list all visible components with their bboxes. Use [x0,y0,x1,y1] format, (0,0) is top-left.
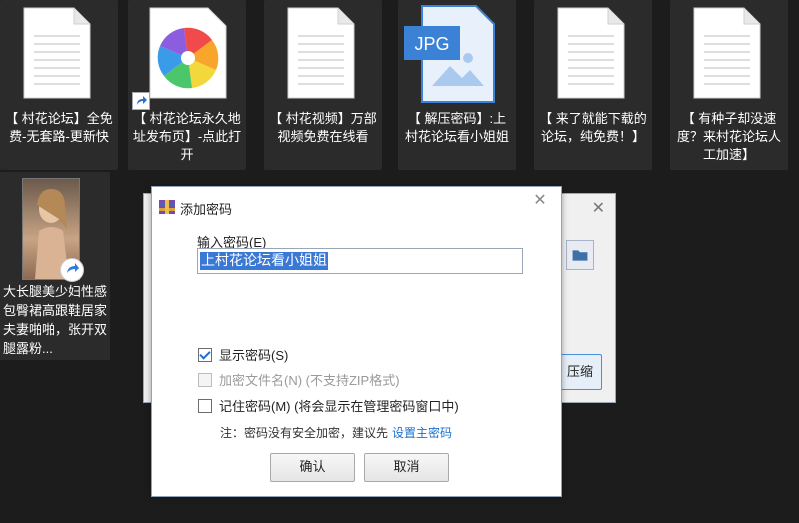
security-note-text: 注：密码没有安全加密，建议先 [220,426,389,440]
file-caption: 【 解压密码】:上村花论坛看小姐姐 [404,111,509,144]
file-tile-1[interactable]: 【 村花论坛】全免费-无套路-更新快 [0,0,118,170]
password-input[interactable]: 上村花论坛看小姐姐 [197,248,523,274]
video-file-tile[interactable]: 大长腿美少妇性感包臀裙高跟鞋居家夫妻啪啪，张开双腿露粉... [0,172,110,360]
remember-password-label: 记住密码(M) (将会显示在管理密码窗口中) [219,399,459,414]
folder-browse-button[interactable] [566,240,594,270]
confirm-button[interactable]: 确认 [270,453,355,482]
jpg-badge-text: JPG [414,34,449,54]
password-input-value: 上村花论坛看小姐姐 [200,252,328,270]
encrypt-filenames-checkbox-row: 加密文件名(N) (不支持ZIP格式) [198,370,400,389]
document-icon [287,7,355,99]
security-note: 注：密码没有安全加密，建议先 设置主密码 [220,424,452,441]
video-shortcut-icon [60,258,84,282]
winrar-icon [159,200,175,214]
close-icon[interactable]: ✕ [592,198,605,218]
file-caption: 【 村花论坛】全免费-无套路-更新快 [5,111,113,144]
file-caption: 【 村花论坛永久地址发布页】-点此打开 [132,111,242,162]
file-caption: 【 有种子却没速度？来村花论坛人工加速】 [676,111,781,162]
show-password-label: 显示密码(S) [219,348,289,363]
document-icon [693,7,761,99]
dialog-titlebar[interactable]: 添加密码 ✕ [152,187,561,225]
file-tile-4[interactable]: JPG 【 解压密码】:上村花论坛看小姐姐 [398,0,516,170]
remember-password-checkbox-row[interactable]: 记住密码(M) (将会显示在管理密码窗口中) [198,396,459,415]
close-icon[interactable]: ✕ [527,193,553,211]
file-caption: 【 来了就能下载的论坛，纯免费！】 [539,111,647,144]
file-caption: 【 村花视频】万部视频免费在线看 [269,111,377,144]
document-icon [557,7,625,99]
show-password-checkbox[interactable] [198,347,212,362]
pinwheel-browser-icon [149,7,227,99]
encrypt-filenames-checkbox [198,372,212,387]
file-tile-3[interactable]: 【 村花视频】万部视频免费在线看 [264,0,382,170]
dialog-title: 添加密码 [180,202,233,217]
remember-password-checkbox[interactable] [198,398,212,413]
document-icon [23,7,91,99]
show-password-checkbox-row[interactable]: 显示密码(S) [198,345,288,364]
jpg-image-icon: JPG [404,5,495,103]
shortcut-arrow-icon [132,92,150,110]
file-tile-5[interactable]: 【 来了就能下载的论坛，纯免费！】 [534,0,652,170]
add-password-dialog: 添加密码 ✕ 输入密码(E) 上村花论坛看小姐姐 显示密码(S) 加密文件名(N… [151,186,562,497]
cancel-button[interactable]: 取消 [364,453,449,482]
encrypt-filenames-label: 加密文件名(N) (不支持ZIP格式) [219,373,400,388]
file-tile-6[interactable]: 【 有种子却没速度？来村花论坛人工加速】 [670,0,788,170]
set-master-password-link[interactable]: 设置主密码 [392,426,452,440]
file-tile-2[interactable]: 【 村花论坛永久地址发布页】-点此打开 [128,0,246,170]
file-caption: 大长腿美少妇性感包臀裙高跟鞋居家夫妻啪啪，张开双腿露粉... [3,284,108,356]
